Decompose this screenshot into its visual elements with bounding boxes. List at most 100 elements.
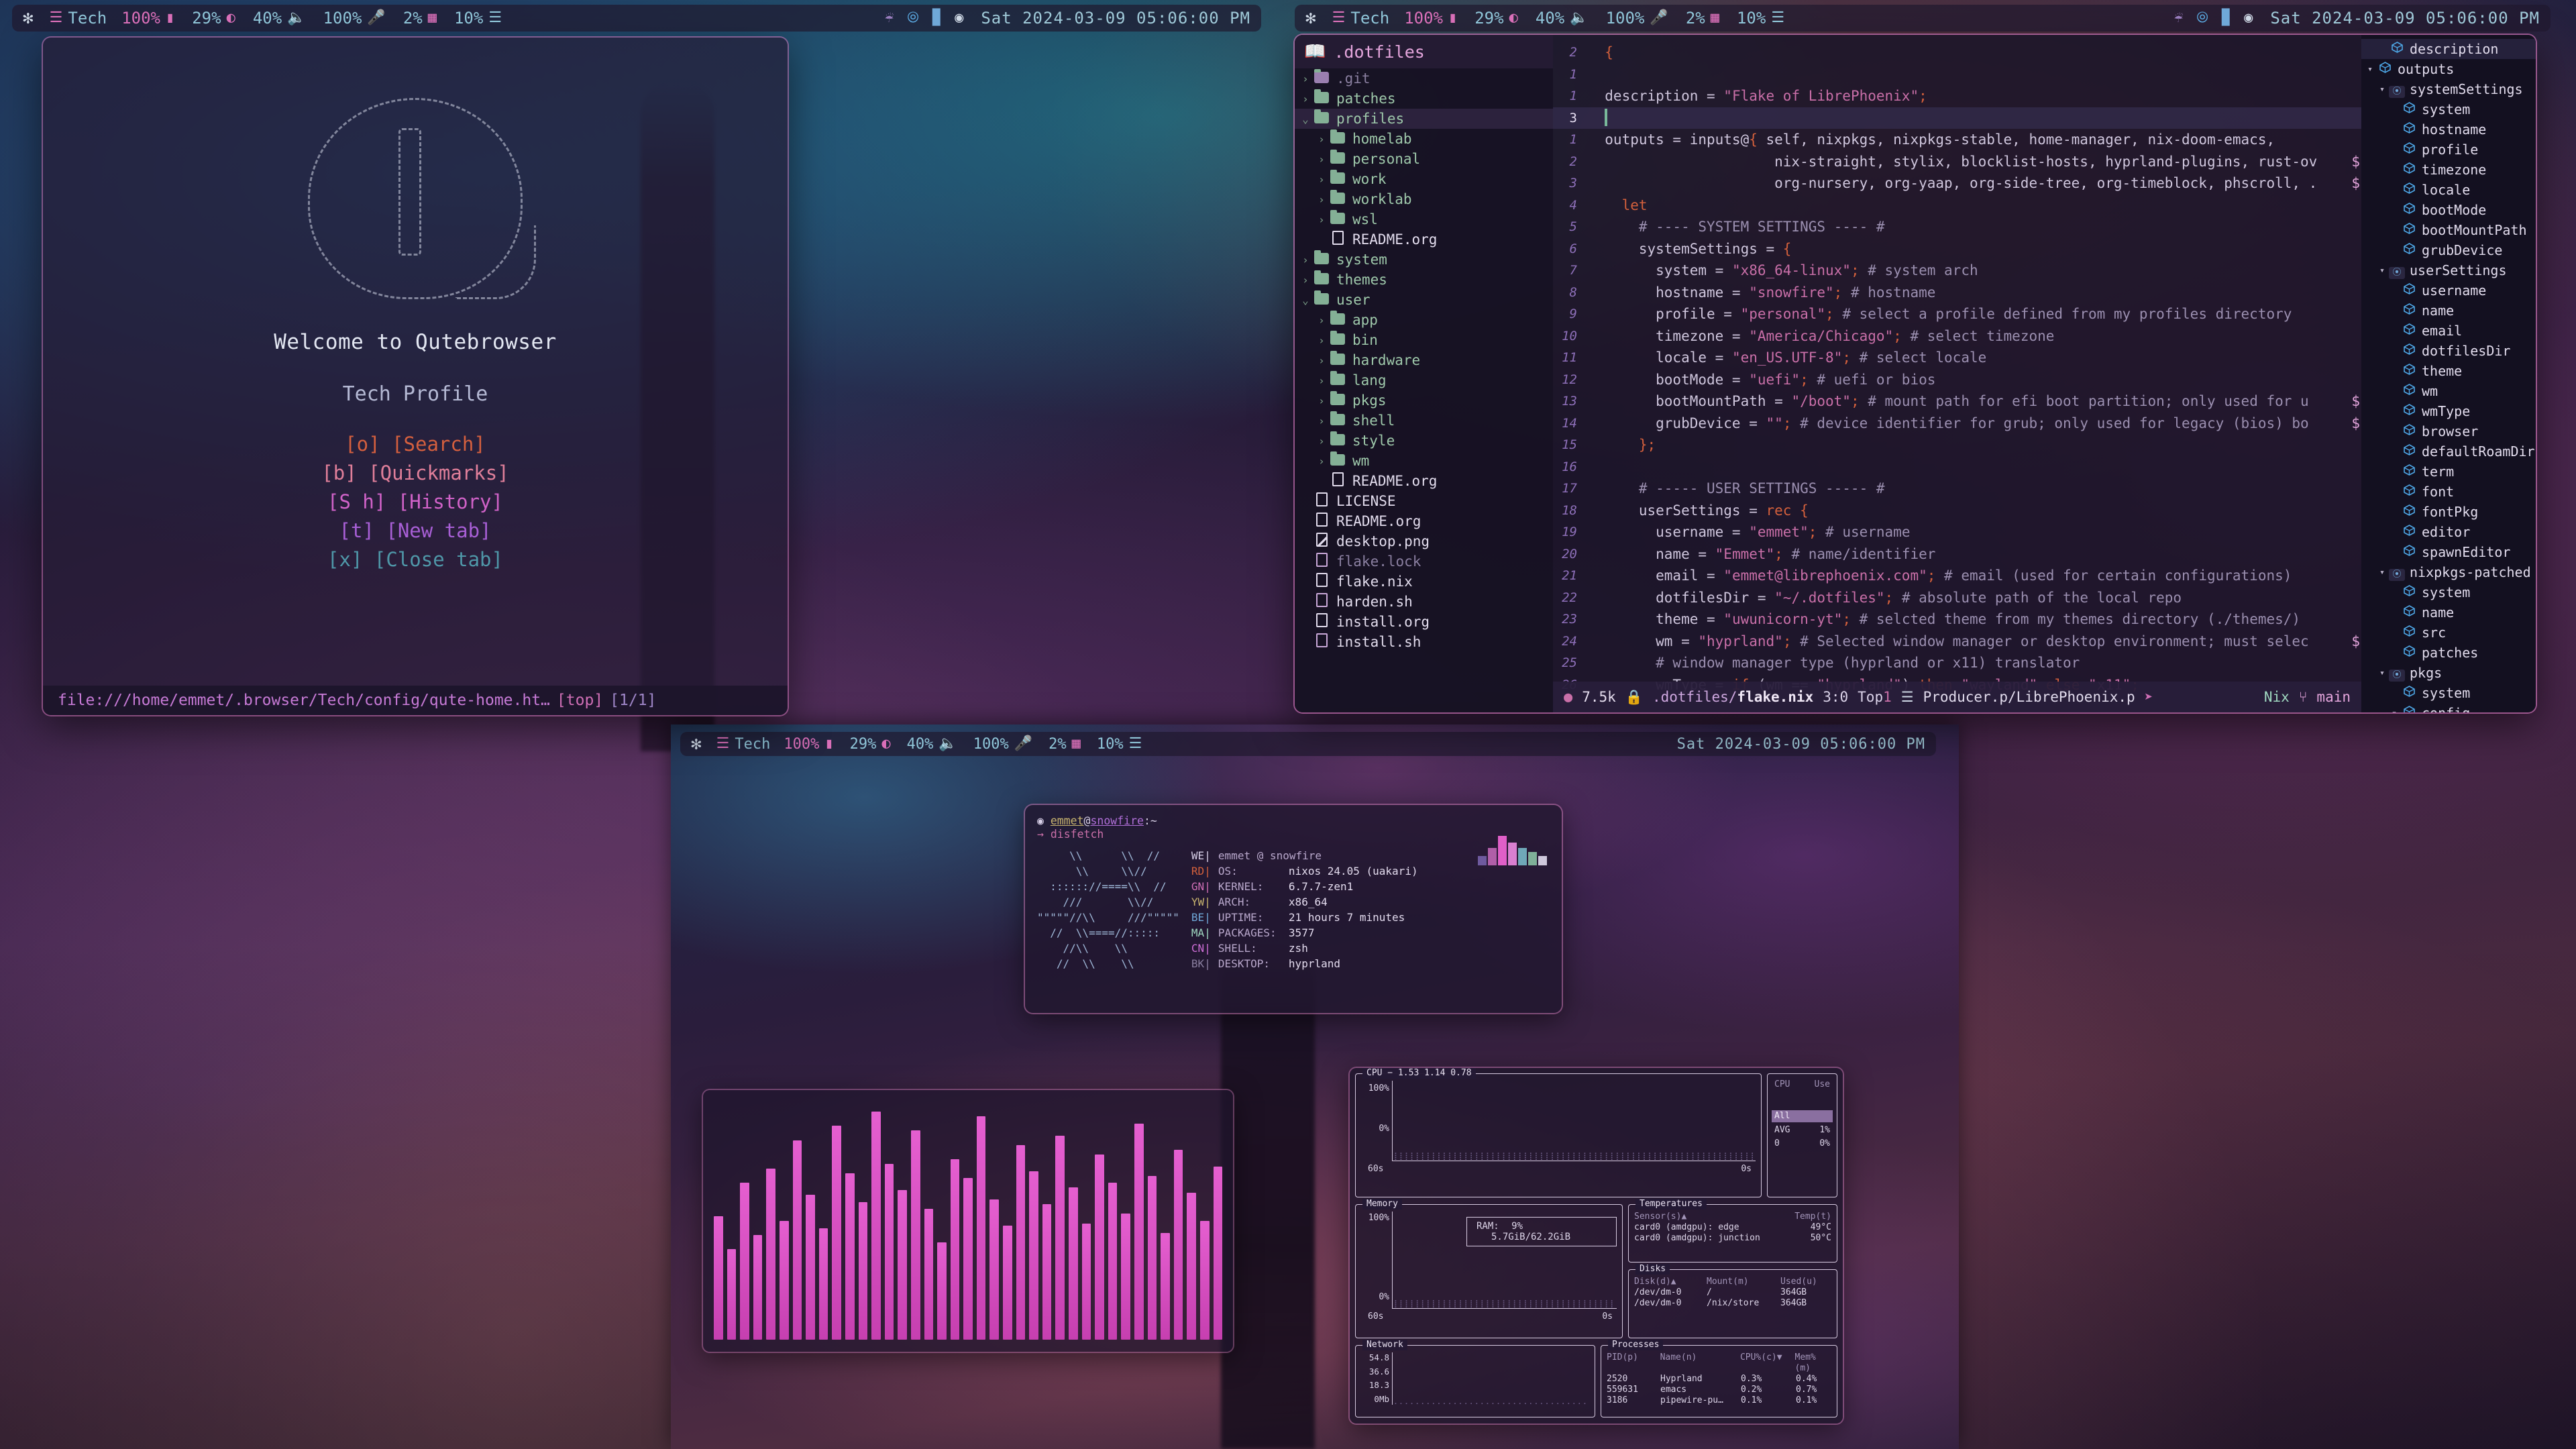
- memory-status[interactable]: 2% ▦: [403, 9, 437, 28]
- outline-item-editor[interactable]: editor: [2361, 522, 2536, 542]
- outline-item-dotfilesdir[interactable]: dotfilesDir: [2361, 341, 2536, 361]
- bluetooth-icon[interactable]: ⦾: [907, 11, 919, 25]
- cores-selected-all[interactable]: All: [1772, 1110, 1833, 1122]
- disc-icon[interactable]: ◉: [2244, 11, 2253, 25]
- outline-item-grubdevice[interactable]: grubDevice: [2361, 240, 2536, 260]
- link-search[interactable]: [o] [Search]: [345, 433, 486, 455]
- outline-item-description[interactable]: description: [2361, 39, 2536, 59]
- outline-item-username[interactable]: username: [2361, 280, 2536, 301]
- file-tree-panel[interactable]: 📖 .dotfiles › .git › patches ⌄ profiles › homel…: [1295, 35, 1553, 712]
- outline-item-bootmountpath[interactable]: bootMountPath: [2361, 220, 2536, 240]
- outline-item-email[interactable]: email: [2361, 321, 2536, 341]
- brightness-status[interactable]: 29% ◐: [1474, 9, 1518, 28]
- tree-item-worklab[interactable]: › worklab: [1295, 189, 1553, 209]
- outline-item-theme[interactable]: theme: [2361, 361, 2536, 381]
- tree-item-shell[interactable]: › shell: [1295, 411, 1553, 431]
- url-text[interactable]: file:///home/emmet/.browser/Tech/config/…: [58, 692, 550, 709]
- table-row[interactable]: 559631 emacs 0.2% 0.7%: [1607, 1385, 1831, 1395]
- volume-status[interactable]: 40% 🔈: [1536, 9, 1589, 28]
- tree-item-user[interactable]: ⌄ user: [1295, 290, 1553, 310]
- disc-icon[interactable]: ◉: [955, 11, 963, 25]
- qutebrowser-window[interactable]: Welcome to Qutebrowser Tech Profile [o] …: [43, 38, 788, 715]
- microphone-status[interactable]: 100% 🎤: [973, 736, 1032, 753]
- brightness-status[interactable]: 29% ◐: [850, 736, 891, 753]
- outline-item-config[interactable]: ▾ config: [2361, 703, 2536, 712]
- outline-item-term[interactable]: term: [2361, 462, 2536, 482]
- nix-snowflake-icon[interactable]: ✻: [691, 734, 702, 754]
- tree-item-flake-lock[interactable]: flake.lock: [1295, 551, 1553, 572]
- nix-snowflake-icon[interactable]: ✻: [1305, 8, 1316, 28]
- microphone-status[interactable]: 100% 🎤: [323, 9, 386, 28]
- coffee-icon[interactable]: ☔: [2174, 11, 2183, 25]
- tree-item-license[interactable]: LICENSE: [1295, 491, 1553, 511]
- outline-item-system[interactable]: system: [2361, 582, 2536, 602]
- tree-item-lang[interactable]: › lang: [1295, 370, 1553, 390]
- tree-item-install-org[interactable]: install.org: [1295, 612, 1553, 632]
- status-bar-right[interactable]: ✻ ☰ Tech 100% ▮ 29% ◐ 40% 🔈 100% 🎤 2% ▦ 10% ☰ …: [1295, 3, 2563, 34]
- temp-col-sensor[interactable]: Sensor(s)▲: [1634, 1212, 1686, 1222]
- tree-item--git[interactable]: › .git: [1295, 68, 1553, 89]
- disk-col-mount[interactable]: Mount(m): [1707, 1277, 1780, 1287]
- outline-item-hostname[interactable]: hostname: [2361, 119, 2536, 140]
- clock[interactable]: Sat 2024-03-09 05:06:00 PM: [981, 9, 1250, 28]
- outline-item-profile[interactable]: profile: [2361, 140, 2536, 160]
- status-bar-left[interactable]: ✻ ☰ Tech 100% ▮ 29% ◐ 40% 🔈 100% 🎤 2% ▦ 10% ☰ …: [12, 3, 1273, 34]
- tree-item-profiles[interactable]: ⌄ profiles: [1295, 109, 1553, 129]
- link-history[interactable]: [S h] [History]: [327, 490, 503, 513]
- clock[interactable]: Sat 2024-03-09 05:06:00 PM: [2270, 9, 2540, 28]
- proc-col-cpu[interactable]: CPU%(c)▼: [1740, 1352, 1795, 1374]
- coffee-icon[interactable]: ☔: [885, 11, 894, 25]
- proc-col-pid[interactable]: PID(p): [1607, 1352, 1660, 1374]
- outline-item-pkgs[interactable]: ▾ ⦿ pkgs: [2361, 663, 2536, 683]
- tree-item-readme-org[interactable]: README.org: [1295, 229, 1553, 250]
- outline-item-locale[interactable]: locale: [2361, 180, 2536, 200]
- tree-item-readme-org[interactable]: README.org: [1295, 511, 1553, 531]
- emacs-editor-window[interactable]: 📖 .dotfiles › .git › patches ⌄ profiles › homel…: [1295, 35, 2536, 712]
- tree-item-wm[interactable]: › wm: [1295, 451, 1553, 471]
- outline-item-timezone[interactable]: timezone: [2361, 160, 2536, 180]
- memory-status[interactable]: 2% ▦: [1049, 736, 1081, 753]
- outline-item-system[interactable]: system: [2361, 99, 2536, 119]
- tree-item-themes[interactable]: › themes: [1295, 270, 1553, 290]
- battery-status[interactable]: 100% ▮: [1404, 9, 1457, 28]
- nix-snowflake-icon[interactable]: ✻: [23, 8, 34, 28]
- outline-item-outputs[interactable]: ▾ outputs: [2361, 59, 2536, 79]
- tree-item-pkgs[interactable]: › pkgs: [1295, 390, 1553, 411]
- volume-status[interactable]: 40% 🔈: [253, 9, 306, 28]
- outline-item-browser[interactable]: browser: [2361, 421, 2536, 441]
- tree-item-system[interactable]: › system: [1295, 250, 1553, 270]
- cpu-status[interactable]: 10% ☰: [1097, 736, 1142, 753]
- disk-col-used[interactable]: Used(u): [1780, 1277, 1817, 1287]
- status-bar-bottom[interactable]: ✻ ☰ Tech 100% ▮ 29% ◐ 40% 🔈 100% 🎤 2% ▦ 10% ☰ …: [680, 729, 1948, 759]
- tree-item-wsl[interactable]: › wsl: [1295, 209, 1553, 229]
- proc-col-mem[interactable]: Mem%(m): [1795, 1352, 1832, 1374]
- outline-item-wmtype[interactable]: wmType: [2361, 401, 2536, 421]
- link-new-tab[interactable]: [t] [New tab]: [339, 519, 492, 542]
- brightness-status[interactable]: 29% ◐: [192, 9, 235, 28]
- memory-status[interactable]: 2% ▦: [1686, 9, 1719, 28]
- tree-item-harden-sh[interactable]: harden.sh: [1295, 592, 1553, 612]
- symbol-outline-panel[interactable]: description ▾ outputs ▾ ⦿ systemSettings syste…: [2361, 35, 2536, 712]
- network-icon[interactable]: ▉: [2222, 11, 2231, 25]
- outline-item-systemsettings[interactable]: ▾ ⦿ systemSettings: [2361, 79, 2536, 99]
- outline-item-defaultroamdir[interactable]: defaultRoamDir: [2361, 441, 2536, 462]
- cpu-status[interactable]: 10% ☰: [1737, 9, 1784, 28]
- btop-system-monitor[interactable]: CPU − 1.53 1.14 0.78 100% 0% ⡇⡇⡇⡇⡇⡇⡇⡇⡇⡇⡇…: [1350, 1068, 1843, 1424]
- volume-status[interactable]: 40% 🔈: [907, 736, 957, 753]
- tree-item-patches[interactable]: › patches: [1295, 89, 1553, 109]
- clock[interactable]: Sat 2024-03-09 05:06:00 PM: [1677, 736, 1925, 753]
- outline-item-name[interactable]: name: [2361, 602, 2536, 623]
- tree-item-flake-nix[interactable]: flake.nix: [1295, 572, 1553, 592]
- table-row[interactable]: 2520 Hyprland 0.3% 0.4%: [1607, 1374, 1831, 1385]
- tree-item-desktop-png[interactable]: desktop.png: [1295, 531, 1553, 551]
- battery-status[interactable]: 100% ▮: [784, 736, 833, 753]
- outline-item-usersettings[interactable]: ▾ ⦿ userSettings: [2361, 260, 2536, 280]
- disk-col-disk[interactable]: Disk(d)▲: [1634, 1277, 1707, 1287]
- outline-item-fontpkg[interactable]: fontPkg: [2361, 502, 2536, 522]
- link-quickmarks[interactable]: [b] [Quickmarks]: [321, 462, 508, 484]
- workspace-indicator[interactable]: ☰ Tech: [1332, 9, 1390, 28]
- outline-item-name[interactable]: name: [2361, 301, 2536, 321]
- outline-item-wm[interactable]: wm: [2361, 381, 2536, 401]
- cpu-status[interactable]: 10% ☰: [454, 9, 502, 28]
- outline-item-nixpkgs-patched[interactable]: ▾ ⦿ nixpkgs-patched: [2361, 562, 2536, 582]
